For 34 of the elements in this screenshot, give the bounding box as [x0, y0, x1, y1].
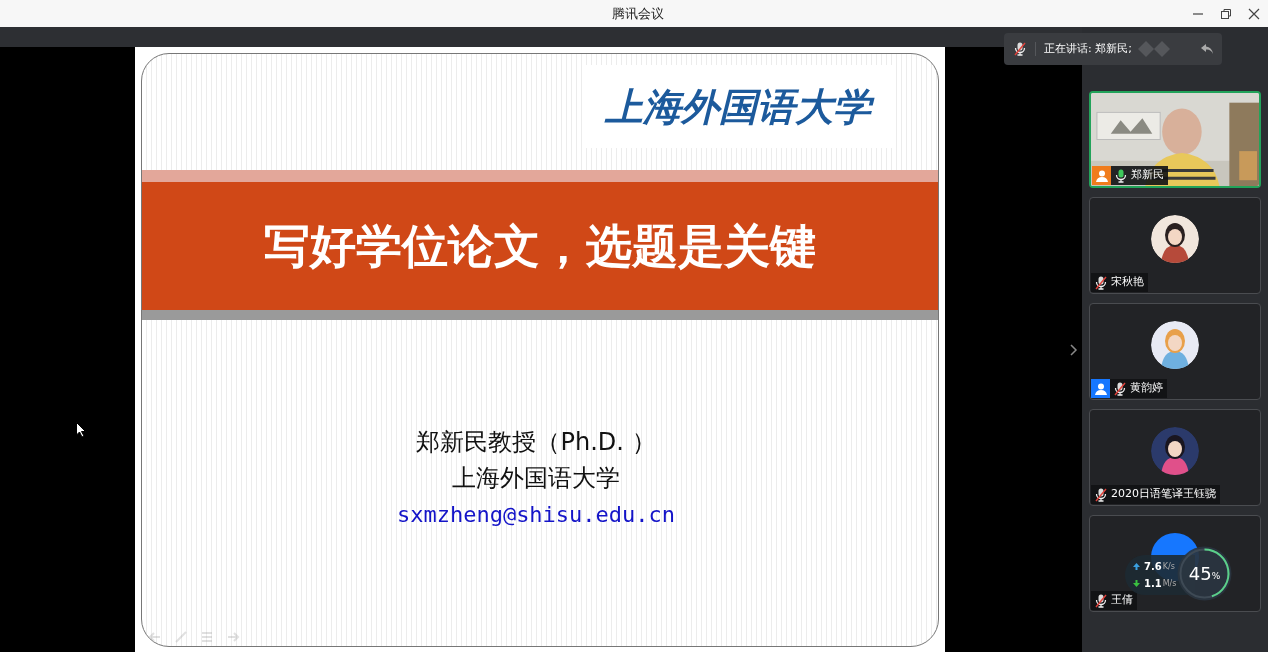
participant-name: 郑新民 [1131, 167, 1164, 184]
window-title: 腾讯会议 [612, 4, 664, 23]
muted-microphone-icon [1095, 593, 1107, 608]
muted-microphone-icon [1013, 42, 1026, 56]
reply-icon[interactable] [1200, 43, 1214, 55]
slide-title: 写好学位论文，选题是关键 [264, 217, 816, 275]
download-speed: 1.1 [1144, 577, 1162, 591]
participant-tile[interactable]: 郑新民 [1089, 91, 1261, 188]
participant-tile[interactable]: 黄韵婷 [1089, 303, 1261, 400]
cursor-icon [76, 422, 86, 438]
participant-tile[interactable]: 2020日语笔译王钰骁 [1089, 409, 1261, 506]
speaking-label: 正在讲话: 郑新民; [1044, 40, 1132, 57]
participant-tile[interactable]: 宋秋艳 [1089, 197, 1261, 294]
slide-text: 郑新民教授（Ph.D. ） [416, 427, 656, 458]
chevron-right-icon[interactable] [1070, 344, 1078, 356]
upload-speed: 7.6 [1144, 560, 1162, 574]
download-arrow-icon [1133, 580, 1140, 587]
participant-name: 王倩 [1111, 592, 1133, 609]
email-link[interactable]: sxmzheng@shisu.edu.cn [396, 496, 676, 534]
microphone-icon [1115, 168, 1127, 183]
upload-arrow-icon [1133, 563, 1140, 570]
restore-icon[interactable] [1220, 7, 1232, 20]
speed-unit: K/s [1162, 560, 1175, 573]
muted-microphone-icon [1114, 381, 1126, 396]
participant-name: 宋秋艳 [1111, 274, 1144, 291]
participant-name: 2020日语笔译王钰骁 [1111, 486, 1216, 503]
participant-name: 黄韵婷 [1130, 380, 1163, 397]
usage-percent: 45 [1188, 562, 1212, 586]
muted-microphone-icon [1095, 487, 1107, 502]
speed-unit: M/s [1162, 577, 1177, 590]
close-icon[interactable] [1248, 7, 1260, 20]
muted-microphone-icon [1095, 275, 1107, 290]
percent-sign: % [1211, 570, 1221, 583]
slide-text: 上海外国语大学 [452, 463, 620, 494]
